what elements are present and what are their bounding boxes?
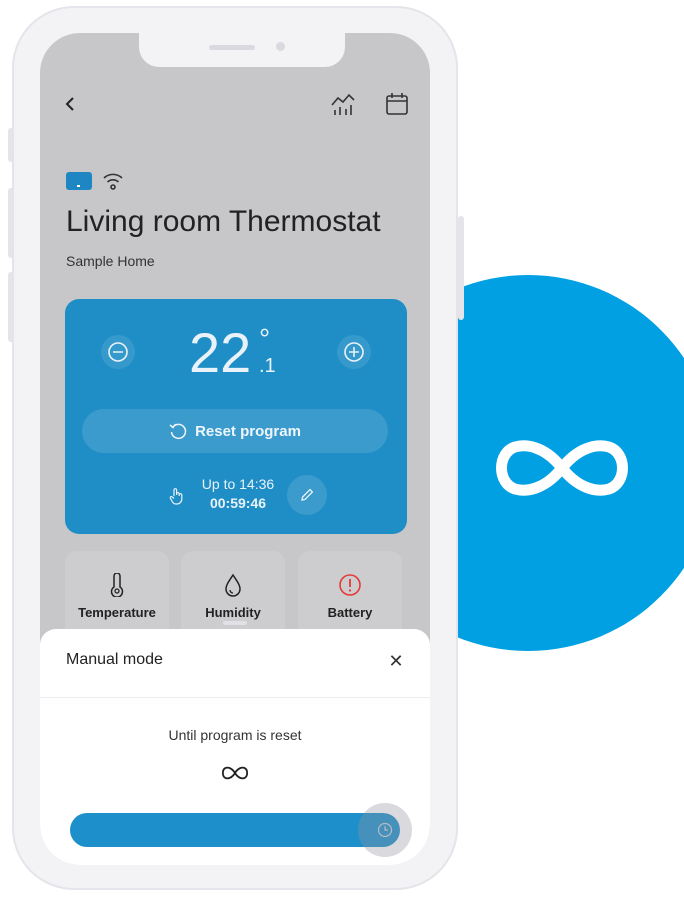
pencil-icon [301, 488, 314, 501]
temperature-decimal: .1 [259, 355, 276, 377]
infinity-icon [496, 440, 628, 496]
hand-icon [169, 488, 183, 505]
override-info: Up to 14:36 00:59:46 [65, 471, 407, 521]
reset-program-button[interactable]: Reset program [82, 409, 388, 453]
volume-up-button [8, 188, 14, 258]
temperature-control-card: 22 ° .1 Reset program Up to 14:36 00:59: [65, 299, 407, 534]
infinity-icon [221, 766, 249, 780]
thermostat-device-icon [66, 172, 92, 190]
tile-battery-label: Battery [327, 605, 373, 620]
plus-circle-icon [344, 342, 364, 362]
home-name: Sample Home [66, 253, 155, 269]
top-navigation [40, 89, 430, 119]
sheet-handle[interactable] [223, 621, 247, 625]
temperature-value: 22 [189, 321, 252, 384]
notch [139, 33, 345, 67]
tile-humidity-label: Humidity [205, 605, 261, 620]
statistics-button[interactable] [328, 89, 358, 119]
alert-icon [339, 574, 361, 596]
minus-circle-icon [108, 342, 128, 362]
degree-symbol: ° [259, 323, 271, 354]
sheet-title: Manual mode [66, 651, 163, 668]
divider [40, 697, 430, 698]
mute-switch [8, 128, 14, 162]
tile-temperature-label: Temperature [78, 605, 156, 620]
volume-down-button [8, 272, 14, 342]
close-button[interactable]: ✕ [384, 649, 408, 673]
countdown-timer: 00:59:46 [209, 495, 267, 511]
tile-battery[interactable]: Battery [298, 551, 402, 641]
until-text: Up to 14:36 00:59:46 [193, 475, 283, 513]
calendar-icon [386, 93, 408, 115]
duration-description: Until program is reset [168, 727, 302, 743]
tile-humidity[interactable]: Humidity [181, 551, 285, 641]
duration-slider-track[interactable] [70, 813, 400, 847]
reset-icon [169, 423, 187, 440]
droplet-icon [225, 573, 241, 597]
back-button[interactable] [56, 89, 86, 119]
device-title: Living room Thermostat [66, 205, 381, 238]
phone-screen: Living room Thermostat Sample Home 22 ° … [40, 33, 430, 865]
decrease-temperature-button[interactable] [101, 335, 135, 369]
tile-temperature[interactable]: Temperature [65, 551, 169, 641]
chevron-left-icon [65, 97, 74, 111]
wifi-icon [103, 173, 123, 190]
manual-mode-sheet: Manual mode ✕ Until program is reset [40, 621, 430, 865]
thermometer-icon [110, 573, 124, 597]
close-icon: ✕ [388, 650, 404, 671]
device-status-row [66, 169, 124, 193]
chart-icon [331, 93, 355, 115]
calendar-button[interactable] [382, 89, 412, 119]
reset-program-label: Reset program [195, 422, 301, 440]
camera [276, 42, 285, 51]
duration-slider-handle[interactable] [358, 803, 412, 857]
increase-temperature-button[interactable] [337, 335, 371, 369]
until-label: Up to 14:36 [201, 476, 275, 492]
speaker [209, 45, 255, 50]
clock-icon [377, 822, 393, 838]
power-button [458, 216, 464, 320]
edit-override-button[interactable] [287, 475, 327, 515]
